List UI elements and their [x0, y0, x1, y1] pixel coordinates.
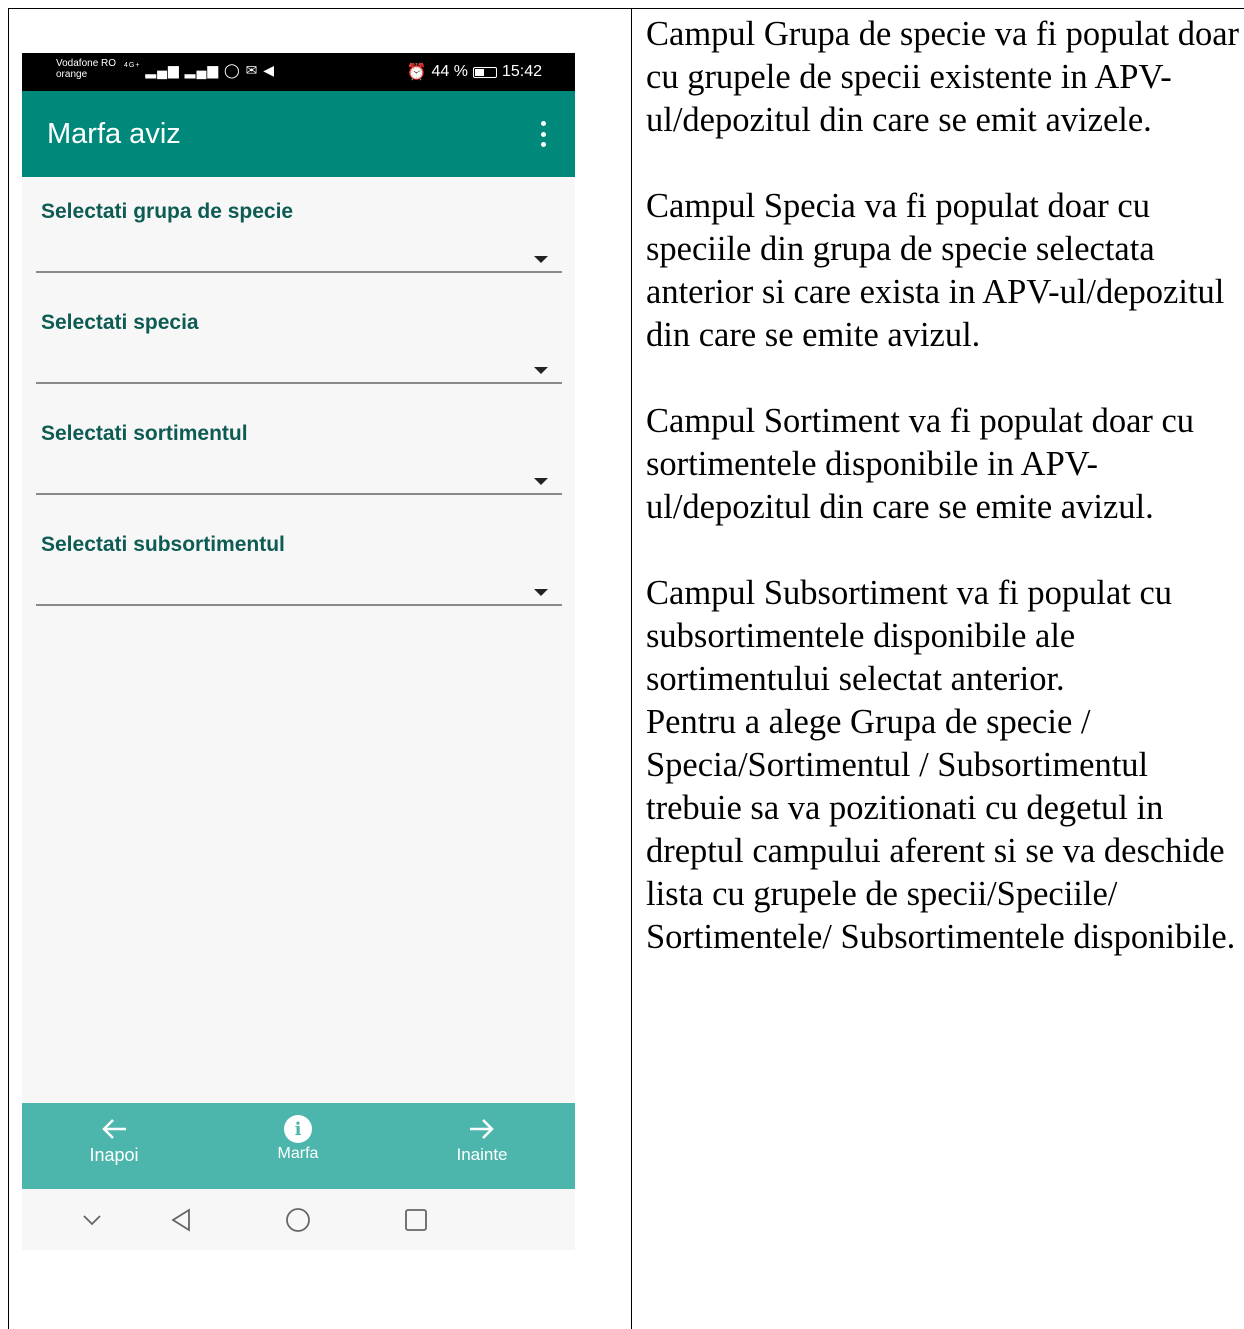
- alarm-icon: ⏰: [406, 64, 427, 81]
- mail-icon: ✉: [245, 62, 259, 78]
- chevron-down-icon[interactable]: [534, 367, 548, 374]
- info-button[interactable]: i Marfa: [228, 1113, 368, 1163]
- overflow-menu-icon[interactable]: [539, 121, 547, 147]
- back-triangle-icon[interactable]: [166, 1205, 196, 1235]
- carrier-name-secondary: orange: [56, 69, 88, 80]
- dropdown-subsortiment[interactable]: Selectati subsortimentul: [36, 510, 562, 621]
- arrow-right-icon: [412, 1113, 552, 1145]
- document-text: Campul Grupa de specie va fi populat doa…: [646, 13, 1244, 959]
- paragraph-specia: Campul Specia va fi populat doar cu spec…: [646, 187, 1225, 354]
- table-column-divider: [631, 8, 632, 1329]
- dropdown-grupa-specie[interactable]: Selectati grupa de specie: [36, 177, 562, 288]
- signal-icon-secondary: ▂▄▆: [184, 62, 220, 78]
- carrier-info: Vodafone RO orange: [56, 58, 116, 80]
- system-navigation-bar: [22, 1189, 575, 1250]
- battery-percent: 44 %: [431, 63, 468, 80]
- send-icon: ◀: [263, 62, 275, 78]
- info-button-label: Marfa: [277, 1145, 319, 1162]
- battery-icon: [472, 66, 497, 78]
- chevron-down-icon[interactable]: [77, 1205, 107, 1235]
- field-underline: [36, 271, 562, 273]
- field-label-specia: Selectati specia: [41, 311, 199, 334]
- arrow-left-icon: [44, 1113, 184, 1145]
- carrier-name: Vodafone RO: [56, 58, 117, 69]
- phone-screenshot: Vodafone RO orange 4G+ ▂▄▆ ▂▄▆ ◯ ✉ ◀ ⏰ 4…: [22, 53, 575, 1250]
- paragraph-instructions: Pentru a alege Grupa de specie / Specia/…: [646, 703, 1236, 956]
- whatsapp-icon: ◯: [224, 62, 241, 78]
- home-circle-icon[interactable]: [283, 1205, 313, 1235]
- field-label-subsortiment: Selectati subsortimentul: [41, 533, 285, 556]
- network-type: 4G+: [124, 62, 141, 69]
- paragraph-subsortiment: Campul Subsortiment va fi populat cu sub…: [646, 574, 1173, 698]
- back-button[interactable]: Inapoi: [44, 1113, 184, 1166]
- dropdown-sortiment[interactable]: Selectati sortimentul: [36, 399, 562, 510]
- clock: 15:42: [501, 63, 542, 80]
- dropdown-specia[interactable]: Selectati specia: [36, 288, 562, 399]
- page-title: Marfa aviz: [47, 118, 181, 150]
- next-button-label: Inainte: [456, 1145, 508, 1164]
- field-label-sortiment: Selectati sortimentul: [41, 422, 248, 445]
- chevron-down-icon[interactable]: [534, 256, 548, 263]
- status-icons-right: ⏰ 44 % 15:42: [407, 62, 542, 82]
- paragraph-grupa-specie: Campul Grupa de specie va fi populat doa…: [646, 15, 1240, 139]
- chevron-down-icon[interactable]: [534, 478, 548, 485]
- field-underline: [36, 493, 562, 495]
- field-underline: [36, 382, 562, 384]
- chevron-down-icon[interactable]: [534, 589, 548, 596]
- next-button[interactable]: Inainte: [412, 1113, 552, 1165]
- bottom-navigation: Inapoi i Marfa Inainte: [22, 1103, 575, 1189]
- field-underline: [36, 604, 562, 606]
- recents-square-icon[interactable]: [401, 1205, 431, 1235]
- signal-icon: ▂▄▆: [145, 62, 180, 78]
- status-bar: Vodafone RO orange 4G+ ▂▄▆ ▂▄▆ ◯ ✉ ◀ ⏰ 4…: [22, 53, 575, 91]
- back-button-label: Inapoi: [89, 1145, 139, 1165]
- paragraph-sortiment: Campul Sortiment va fi populat doar cu s…: [646, 402, 1195, 526]
- app-bar: Marfa aviz: [22, 91, 575, 177]
- field-label-grupa-specie: Selectati grupa de specie: [41, 200, 294, 223]
- info-icon: i: [284, 1115, 312, 1143]
- status-icons-left: 4G+ ▂▄▆ ▂▄▆ ◯ ✉ ◀: [124, 62, 275, 79]
